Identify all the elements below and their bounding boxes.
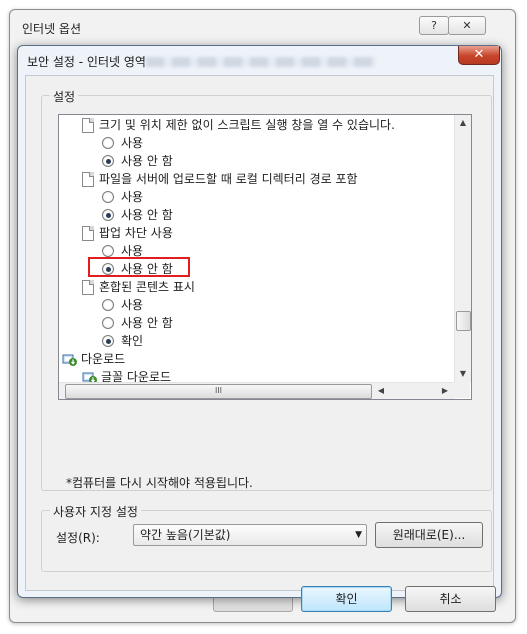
vertical-scrollbar[interactable]: ▲ ▼ bbox=[454, 115, 471, 382]
document-icon bbox=[82, 280, 94, 295]
tree-setting-row: 다운로드 bbox=[59, 350, 454, 368]
cancel-button[interactable]: 취소 bbox=[405, 586, 496, 612]
tree-setting-row: 팝업 차단 사용 bbox=[59, 224, 454, 242]
scroll-up-arrow-icon[interactable]: ▲ bbox=[455, 118, 471, 127]
tree-setting-row: 글꼴 다운로드 bbox=[59, 368, 454, 382]
tree-setting-row: 혼합된 콘텐츠 표시 bbox=[59, 278, 454, 296]
radio-selected-icon[interactable] bbox=[102, 335, 114, 347]
restart-note: *컴퓨터를 다시 시작해야 적용됩니다. bbox=[66, 476, 253, 490]
tree-row-label: 사용 안 함 bbox=[121, 316, 173, 330]
tree-row-label: 사용 안 함 bbox=[121, 154, 173, 168]
tree-row-label: 사용 bbox=[121, 136, 144, 150]
tree-setting-row: 파일을 서버에 업로드할 때 로컬 디렉터리 경로 포함 bbox=[59, 170, 454, 188]
tree-option-row[interactable]: 사용 bbox=[59, 134, 454, 152]
scroll-left-arrow-icon[interactable]: ◀ bbox=[375, 386, 387, 395]
radio-unselected-icon[interactable] bbox=[102, 191, 114, 203]
dialog-client-area: 설정 크기 및 위치 제한 없이 스크립트 실행 창을 열 수 있습니다. 사용 사… bbox=[25, 75, 496, 612]
document-icon bbox=[82, 226, 94, 241]
radio-selected-icon[interactable] bbox=[102, 155, 114, 167]
ok-button[interactable]: 확인 bbox=[301, 586, 392, 612]
tree-option-row[interactable]: 사용 bbox=[59, 296, 454, 314]
tree-row-label: 팝업 차단 사용 bbox=[99, 226, 173, 240]
help-button[interactable]: ? bbox=[419, 16, 449, 35]
tree-option-row[interactable]: 확인 bbox=[59, 332, 454, 350]
security-settings-dialog: 보안 설정 - 인터넷 영역 ✕ 설정 크기 및 위치 제한 없이 스크립트 실… bbox=[17, 45, 502, 612]
tree-option-row[interactable]: 사용 안 함 bbox=[59, 206, 454, 224]
scrollbar-corner bbox=[454, 382, 470, 398]
tree-row-label: 크기 및 위치 제한 없이 스크립트 실행 창을 열 수 있습니다. bbox=[99, 118, 395, 132]
tree-option-row[interactable]: 사용 안 함 bbox=[59, 152, 454, 170]
chevron-down-icon: ▼ bbox=[355, 530, 362, 540]
horizontal-scroll-thumb[interactable]: III bbox=[65, 384, 372, 399]
tree-row-label: 다운로드 bbox=[81, 352, 126, 366]
horizontal-scrollbar[interactable]: ◀ III ▶ bbox=[59, 382, 454, 399]
reset-button[interactable]: 원래대로(E)... bbox=[375, 522, 483, 548]
document-icon bbox=[82, 172, 94, 187]
tree-row-label: 확인 bbox=[121, 334, 144, 348]
radio-unselected-icon[interactable] bbox=[102, 317, 114, 329]
vertical-scroll-thumb[interactable] bbox=[456, 311, 471, 331]
tree-option-row[interactable]: 사용 안 함 bbox=[59, 314, 454, 332]
radio-unselected-icon[interactable] bbox=[102, 245, 114, 257]
dialog-close-button[interactable]: ✕ bbox=[458, 46, 500, 65]
security-level-value: 약간 높음(기본값) bbox=[140, 528, 231, 542]
outer-close-button[interactable]: ✕ bbox=[448, 16, 486, 35]
radio-unselected-icon[interactable] bbox=[102, 137, 114, 149]
download-icon bbox=[82, 369, 98, 382]
radio-unselected-icon[interactable] bbox=[102, 299, 114, 311]
tree-row-label: 혼합된 콘텐츠 표시 bbox=[99, 280, 195, 294]
internet-options-title: 인터넷 옵션 bbox=[22, 22, 82, 36]
tree-row-label: 사용 bbox=[121, 298, 144, 312]
radio-selected-icon[interactable] bbox=[102, 209, 114, 221]
tree-option-row[interactable]: 사용 bbox=[59, 188, 454, 206]
custom-settings-group-label: 사용자 지정 설정 bbox=[50, 503, 141, 520]
tree-row-label: 파일을 서버에 업로드할 때 로컬 디렉터리 경로 포함 bbox=[99, 172, 358, 186]
download-icon bbox=[62, 351, 78, 367]
tree-row-label: 사용 안 함 bbox=[121, 208, 173, 222]
tree-setting-row: 크기 및 위치 제한 없이 스크립트 실행 창을 열 수 있습니다. bbox=[59, 116, 454, 134]
blurred-title-region bbox=[146, 57, 376, 67]
scroll-right-arrow-icon[interactable]: ▶ bbox=[439, 386, 451, 395]
settings-group-label: 설정 bbox=[50, 88, 79, 105]
document-icon bbox=[82, 118, 94, 133]
settings-tree-view[interactable]: 크기 및 위치 제한 없이 스크립트 실행 창을 열 수 있습니다. 사용 사용 안… bbox=[59, 115, 454, 382]
scroll-down-arrow-icon[interactable]: ▼ bbox=[455, 369, 471, 378]
tree-row-label: 글꼴 다운로드 bbox=[101, 370, 172, 382]
security-level-select[interactable]: 약간 높음(기본값) ▼ bbox=[133, 524, 367, 546]
reset-level-label: 설정(R): bbox=[56, 531, 100, 545]
tree-row-label: 사용 bbox=[121, 190, 144, 204]
dialog-title: 보안 설정 - 인터넷 영역 bbox=[27, 55, 146, 69]
red-highlight-box bbox=[88, 257, 190, 277]
settings-tree[interactable]: 크기 및 위치 제한 없이 스크립트 실행 창을 열 수 있습니다. 사용 사용 안… bbox=[58, 114, 472, 400]
